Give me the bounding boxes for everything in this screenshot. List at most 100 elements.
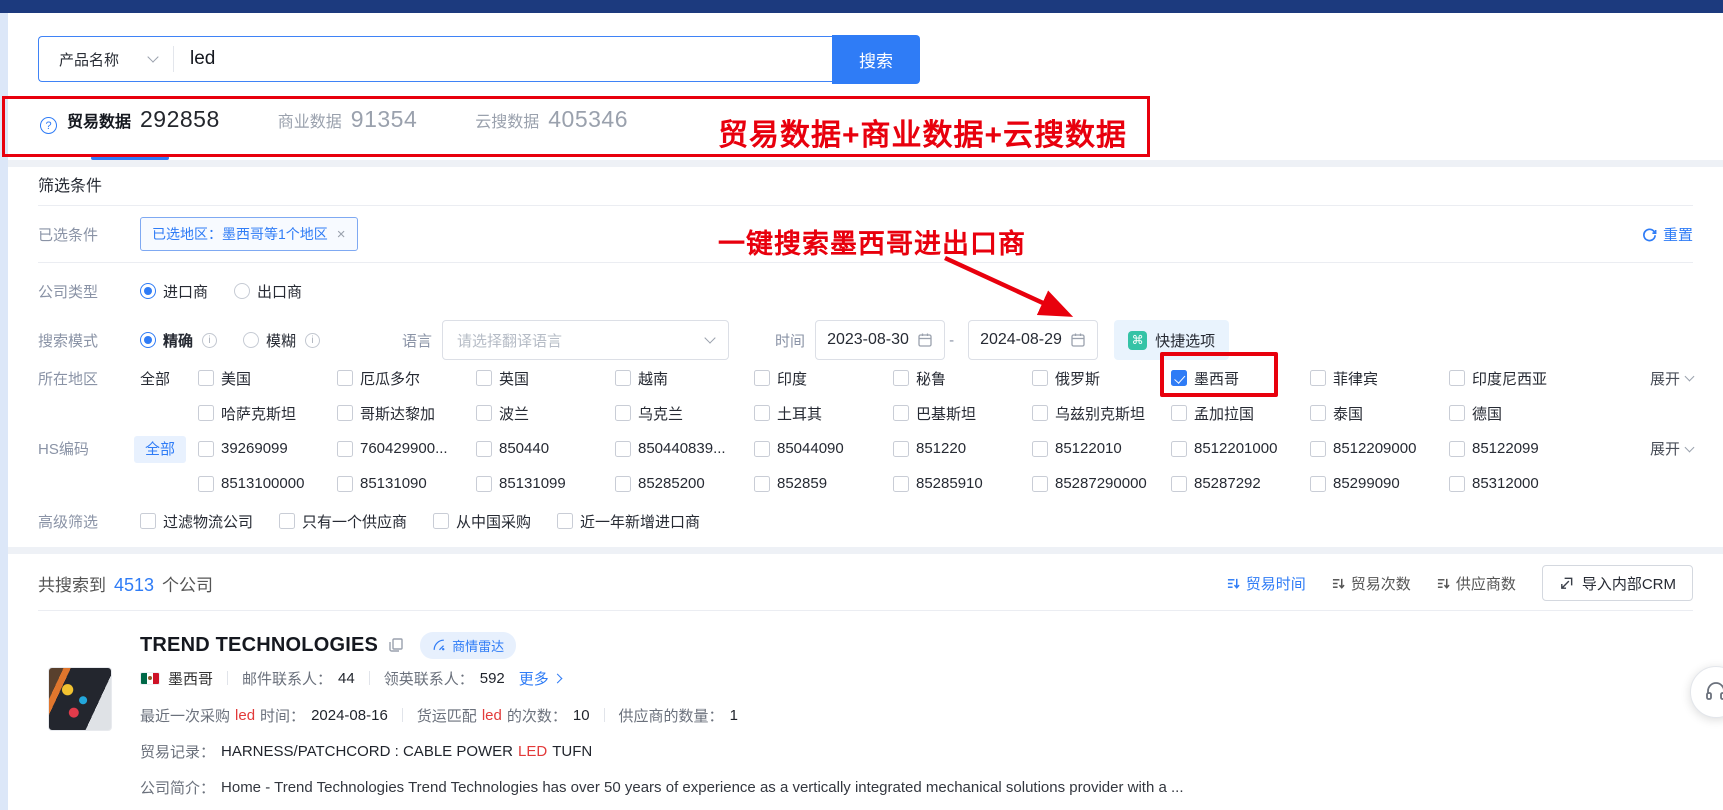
region-checkbox[interactable]: 美国 (198, 368, 337, 389)
hs-checkbox[interactable]: 85122010 (1032, 440, 1171, 457)
selected-region-tag[interactable]: 已选地区：墨西哥等1个地区 × (140, 217, 358, 251)
region-checkbox[interactable]: 印度 (754, 368, 893, 389)
reset-button[interactable]: 重置 (1642, 224, 1693, 245)
hs-checkbox[interactable]: 85285910 (893, 475, 1032, 492)
row-label: 公司类型 (38, 281, 140, 302)
tab-business-data[interactable]: 商业数据 91354 (278, 106, 417, 160)
remove-tag-icon[interactable]: × (337, 226, 346, 243)
hs-checkbox[interactable]: 85044090 (754, 440, 893, 457)
start-date-picker[interactable]: 2023-08-30 (815, 320, 945, 360)
hs-checkbox[interactable]: 760429900... (337, 440, 476, 457)
hs-checkbox[interactable]: 85131099 (476, 475, 615, 492)
checkbox (1171, 405, 1187, 421)
region-checkbox[interactable]: 德国 (1449, 403, 1588, 424)
checkbox (1449, 441, 1465, 457)
start-date-value: 2023-08-30 (827, 331, 909, 349)
region-checkbox[interactable]: 哈萨克斯坦 (198, 403, 337, 424)
company-profile-row: 公司简介： Home - Trend Technologies Trend Te… (140, 773, 1693, 801)
region-checkbox[interactable]: 英国 (476, 368, 615, 389)
advanced-checkbox[interactable]: 过滤物流公司 (140, 511, 253, 532)
region-checkbox[interactable]: 孟加拉国 (1171, 403, 1310, 424)
hs-checkbox[interactable]: 85299090 (1310, 475, 1449, 492)
advanced-checkbox[interactable]: 近一年新增进口商 (557, 511, 700, 532)
divider (604, 708, 605, 722)
hs-checkbox[interactable]: 8513100000 (198, 475, 337, 492)
hs-checkbox[interactable]: 850440 (476, 440, 615, 457)
hs-checkbox[interactable]: 85287292 (1171, 475, 1310, 492)
hs-checkbox[interactable]: 85122099 (1449, 440, 1588, 457)
hs-checkbox[interactable]: 85312000 (1449, 475, 1588, 492)
hs-checkbox[interactable]: 851220 (893, 440, 1032, 457)
company-name[interactable]: TREND TECHNOLOGIES (140, 634, 378, 657)
hs-checkbox[interactable]: 8512201000 (1171, 440, 1310, 457)
divider (227, 671, 228, 685)
trade-record-label: 贸易记录： (140, 741, 215, 762)
region-checkbox[interactable]: 厄瓜多尔 (337, 368, 476, 389)
region-checkbox[interactable]: 乌克兰 (615, 403, 754, 424)
company-card[interactable]: TREND TECHNOLOGIES 商情雷达 墨西哥 邮件联系人： 44 (38, 619, 1693, 809)
search-category-select[interactable]: 产品名称 (39, 49, 173, 70)
advanced-options: 过滤物流公司 只有一个供应商 从中国采购 近一年新增进口商 (140, 511, 700, 532)
region-checkbox[interactable]: 波兰 (476, 403, 615, 424)
sort-trade-time[interactable]: 贸易时间 (1227, 573, 1306, 594)
company-country: 墨西哥 (168, 668, 213, 689)
search-button[interactable]: 搜索 (832, 35, 920, 84)
checkbox (476, 405, 492, 421)
hs-expand-button[interactable]: 展开 (1650, 438, 1693, 459)
import-crm-button[interactable]: 导入内部CRM (1542, 565, 1693, 601)
radio-importer[interactable]: 进口商 (140, 281, 208, 302)
region-checkbox[interactable]: 菲律宾 (1310, 368, 1449, 389)
time-label: 时间 (775, 330, 805, 351)
question-circle-icon[interactable]: ? (40, 117, 57, 134)
advanced-checkbox[interactable]: 从中国采购 (433, 511, 531, 532)
checkbox (337, 370, 353, 386)
hs-checkbox[interactable]: 85285200 (615, 475, 754, 492)
region-checkbox[interactable]: 印度尼西亚 (1449, 368, 1588, 389)
region-all-button[interactable]: 全部 (140, 368, 198, 389)
search-input[interactable] (174, 48, 832, 70)
info-icon[interactable]: i (305, 333, 320, 348)
copy-icon[interactable] (388, 637, 404, 653)
headset-icon (1704, 680, 1723, 704)
hs-checkbox[interactable]: 85287290000 (1032, 475, 1171, 492)
more-link[interactable]: 更多 (519, 668, 561, 689)
region-expand-button[interactable]: 展开 (1650, 368, 1693, 389)
hs-checkbox[interactable]: 8512209000 (1310, 440, 1449, 457)
radio-fuzzy-mode[interactable]: 模糊i (243, 330, 320, 351)
hs-all-button[interactable]: 全部 (140, 438, 198, 459)
tab-trade-data[interactable]: ? 贸易数据 292858 (40, 106, 220, 160)
tab-cloud-search-data[interactable]: 云搜数据 405346 (475, 106, 628, 160)
sort-supplier-count[interactable]: 供应商数 (1437, 573, 1516, 594)
hs-checkbox[interactable]: 852859 (754, 475, 893, 492)
region-checkbox[interactable]: 泰国 (1310, 403, 1449, 424)
section-gap (0, 547, 1723, 554)
region-checkbox[interactable]: 俄罗斯 (1032, 368, 1171, 389)
region-checkbox[interactable]: 土耳其 (754, 403, 893, 424)
advanced-checkbox[interactable]: 只有一个供应商 (279, 511, 407, 532)
sort-trade-count[interactable]: 贸易次数 (1332, 573, 1411, 594)
quick-options-button[interactable]: ⌘ 快捷选项 (1114, 320, 1229, 360)
region-checkbox[interactable]: 巴基斯坦 (893, 403, 1032, 424)
translate-language-select[interactable]: 请选择翻译语言 (442, 320, 729, 360)
hs-checkbox[interactable]: 85131090 (337, 475, 476, 492)
chevron-down-icon (1685, 372, 1695, 382)
region-checkbox-mexico[interactable]: 墨西哥 (1171, 368, 1310, 389)
radio-exact-mode[interactable]: 精确i (140, 330, 217, 351)
end-date-picker[interactable]: 2024-08-29 (968, 320, 1098, 360)
info-icon[interactable]: i (202, 333, 217, 348)
hs-code-row-2: 8513100000 85131090 85131099 85285200 85… (38, 466, 1693, 501)
hs-checkbox[interactable]: 850440839... (615, 440, 754, 457)
row-label: 所在地区 (38, 368, 140, 389)
region-checkbox[interactable]: 乌兹别克斯坦 (1032, 403, 1171, 424)
radio-exporter[interactable]: 出口商 (234, 281, 302, 302)
region-checkbox[interactable]: 越南 (615, 368, 754, 389)
keyword-highlight: led (235, 707, 255, 724)
import-crm-label: 导入内部CRM (1582, 573, 1676, 594)
business-radar-badge[interactable]: 商情雷达 (420, 632, 516, 659)
hs-checkbox[interactable]: 39269099 (198, 440, 337, 457)
region-checkbox[interactable]: 哥斯达黎加 (337, 403, 476, 424)
region-checkbox[interactable]: 秘鲁 (893, 368, 1032, 389)
company-meta-row: 墨西哥 邮件联系人： 44 领英联系人： 592 更多 (140, 667, 1693, 689)
checkbox-label: 印度 (777, 368, 807, 389)
hs-all-pill[interactable]: 全部 (134, 436, 186, 463)
